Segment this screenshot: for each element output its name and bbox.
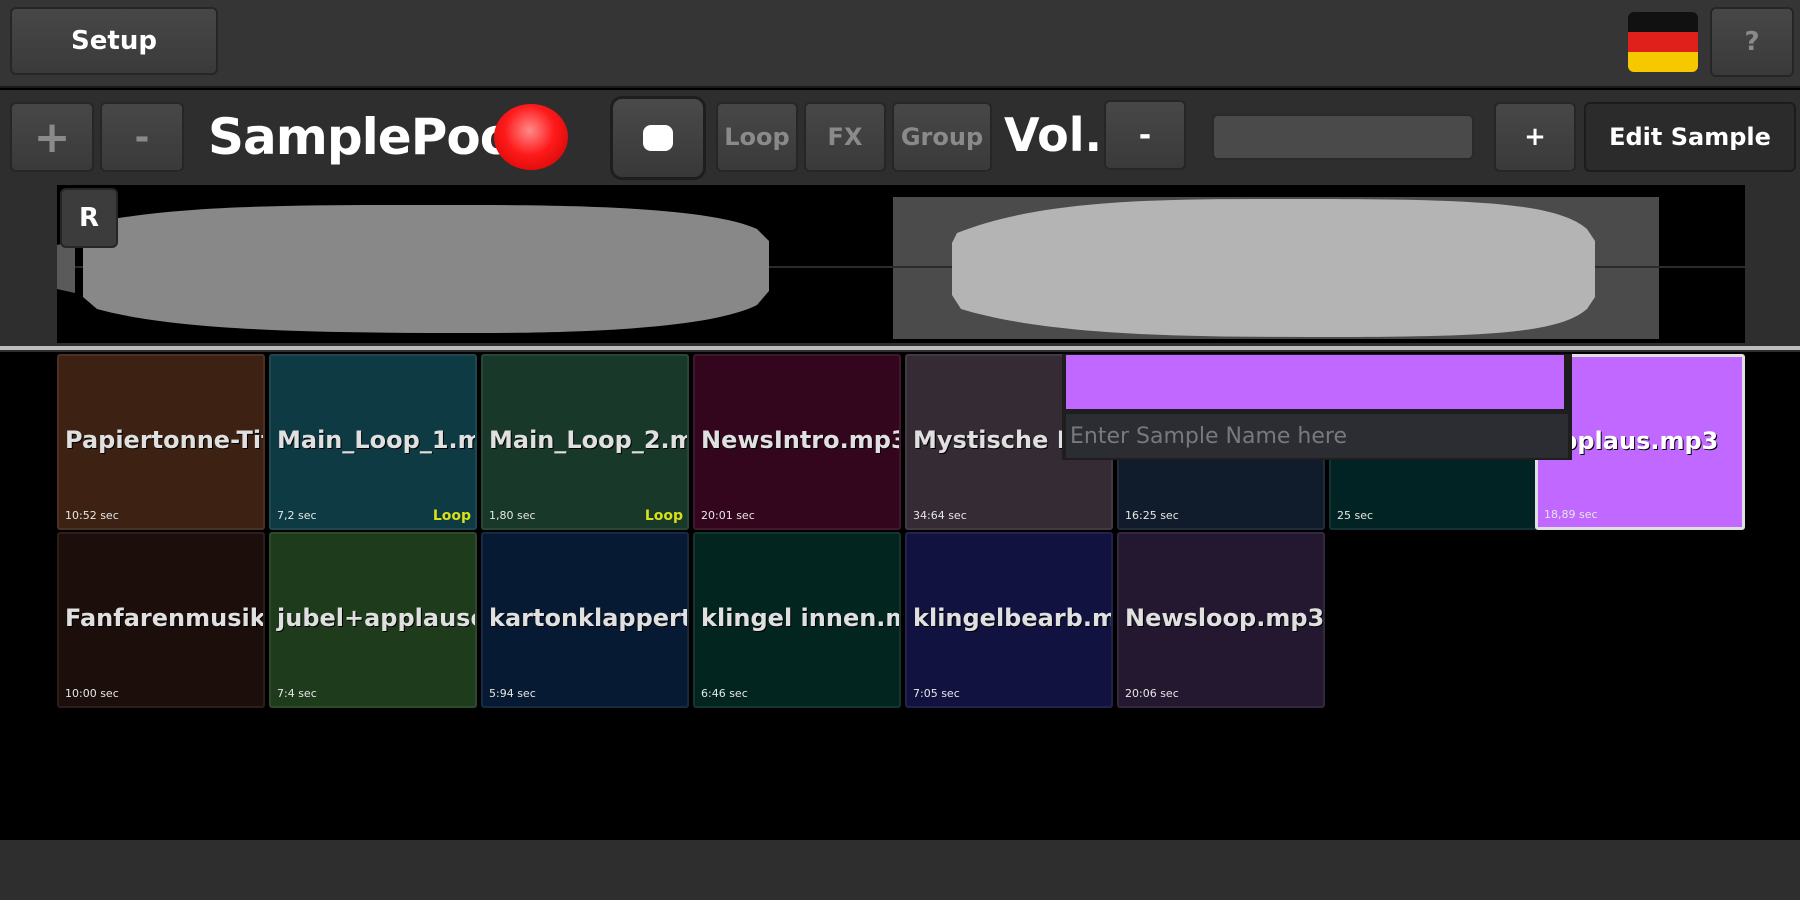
sample-name: klingel innen.mp3	[701, 604, 899, 632]
group-button[interactable]: Group	[892, 102, 992, 172]
loop-button[interactable]: Loop	[716, 102, 798, 172]
sample-duration: 7:4 sec	[277, 687, 317, 700]
edit-sample-button[interactable]: Edit Sample	[1584, 102, 1796, 172]
sample-duration: 1,80 sec	[489, 509, 536, 522]
waveform-divider	[0, 346, 1800, 350]
sample-duration: 25 sec	[1337, 509, 1374, 522]
sample-duration: 10:52 sec	[65, 509, 119, 522]
sample-duration: 10:00 sec	[65, 687, 119, 700]
sample-color-swatch[interactable]	[1066, 355, 1564, 409]
sample-tile[interactable]: klingelbearb.mp3 7:05 sec	[905, 532, 1113, 708]
sample-duration: 18,89 sec	[1544, 508, 1598, 521]
top-bar	[0, 0, 1800, 88]
stop-icon	[643, 125, 673, 151]
sample-tile[interactable]: Main_Loop_2.mp3 1,80 sec Loop	[481, 354, 689, 530]
volume-label: Vol.	[1004, 108, 1102, 162]
volume-up-button[interactable]: +	[1494, 102, 1576, 172]
sample-tile[interactable]: Papiertonne-Titel 10:52 sec	[57, 354, 265, 530]
sample-tile[interactable]: Newsloop.mp3 20:06 sec	[1117, 532, 1325, 708]
sample-name: Papiertonne-Titel	[65, 426, 263, 454]
bottom-bar	[0, 840, 1800, 900]
sample-duration: 34:64 sec	[913, 509, 967, 522]
sample-duration: 5:94 sec	[489, 687, 536, 700]
record-indicator[interactable]	[494, 104, 568, 170]
sample-duration: 7:05 sec	[913, 687, 960, 700]
sample-duration: 16:25 sec	[1125, 509, 1179, 522]
volume-down-button[interactable]: -	[1104, 100, 1186, 170]
sample-tile[interactable]: NewsIntro.mp3 20:01 sec	[693, 354, 901, 530]
reverse-button[interactable]: R	[60, 188, 118, 248]
sample-name: Main_Loop_1.mp3	[277, 426, 475, 454]
sample-duration: 20:01 sec	[701, 509, 755, 522]
sample-name: klingelbearb.mp3	[913, 604, 1111, 632]
sample-name: Main_Loop_2.mp3	[489, 426, 687, 454]
help-button[interactable]: ?	[1710, 7, 1794, 77]
german-flag-icon[interactable]	[1628, 12, 1698, 72]
sample-tile[interactable]: kartonklappert. 5:94 sec	[481, 532, 689, 708]
sample-name: kartonklappert.	[489, 604, 687, 632]
sample-tile[interactable]: Fanfarenmusik.mp3 10:00 sec	[57, 532, 265, 708]
sample-tile[interactable]: klingel innen.mp3 6:46 sec	[693, 532, 901, 708]
sample-name: NewsIntro.mp3	[701, 426, 899, 454]
stop-button[interactable]	[610, 96, 706, 180]
volume-slider[interactable]	[1212, 114, 1474, 160]
sample-tile[interactable]: jubel+applause.mp3 7:4 sec	[269, 532, 477, 708]
loop-badge: Loop	[644, 508, 683, 524]
setup-button[interactable]: Setup	[10, 7, 218, 75]
waveform-graph	[57, 198, 1745, 337]
sample-duration: 7,2 sec	[277, 509, 317, 522]
sample-name: Fanfarenmusik.mp3	[65, 604, 263, 632]
fx-button[interactable]: FX	[804, 102, 886, 172]
sample-duration: 20:06 sec	[1125, 687, 1179, 700]
add-sample-button[interactable]: +	[10, 102, 94, 172]
sample-tile[interactable]: Main_Loop_1.mp3 7,2 sec Loop	[269, 354, 477, 530]
sample-duration: 6:46 sec	[701, 687, 748, 700]
sample-name: jubel+applause.mp3	[277, 604, 475, 632]
loop-badge: Loop	[432, 508, 471, 524]
sample-name: Newsloop.mp3	[1125, 604, 1323, 632]
sample-name-input[interactable]	[1066, 414, 1568, 458]
app-title: SamplePool	[208, 108, 530, 166]
remove-sample-button[interactable]: -	[100, 102, 184, 172]
